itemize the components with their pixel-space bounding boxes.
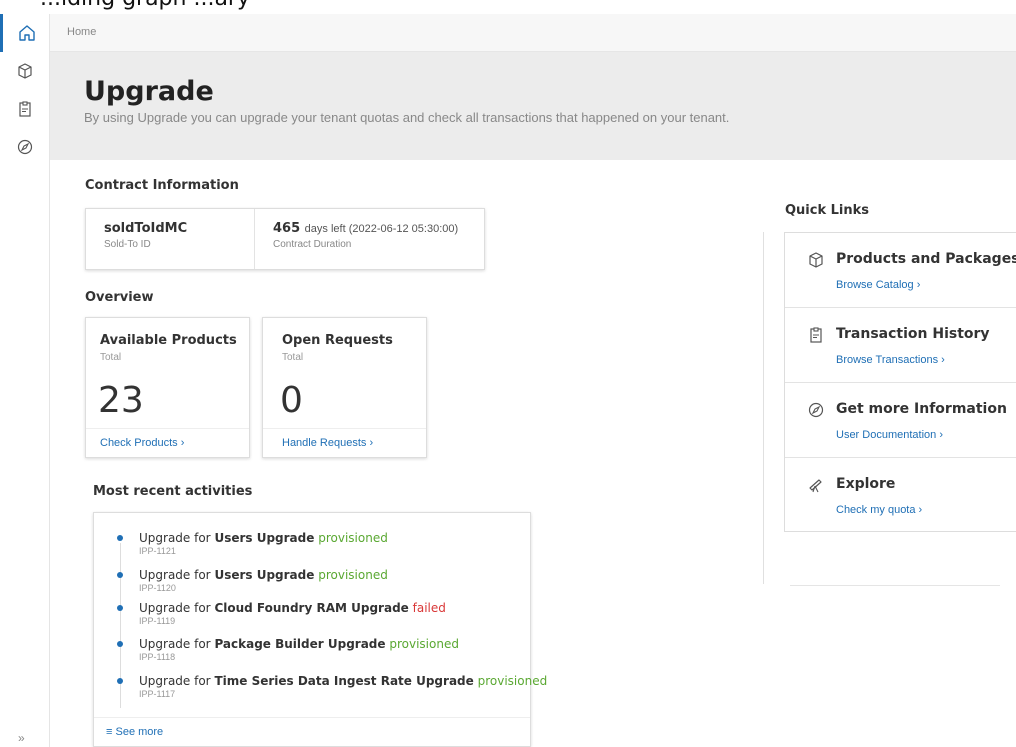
open-requests-card: Open Requests Total 0 Handle Requests › <box>262 317 427 458</box>
check-products-link[interactable]: Check Products › <box>86 428 249 457</box>
rail-docs[interactable] <box>0 128 50 166</box>
activity-text: Upgrade for Users Upgrade provisioned <box>139 531 388 545</box>
activity-prefix: Upgrade for <box>139 531 211 545</box>
page-title: Upgrade <box>84 76 214 107</box>
activity-prefix: Upgrade for <box>139 568 211 582</box>
activity-status: provisioned <box>389 637 459 651</box>
duration-cell: 465 days left (2022-06-12 05:30:00) Cont… <box>255 209 458 269</box>
clipboard-icon <box>19 101 31 117</box>
cube-icon <box>18 63 32 79</box>
top-cut-text: ...lding graph ...ary <box>40 0 250 11</box>
activity-status: provisioned <box>477 674 548 688</box>
top-cut-heading: ...lding graph ...ary <box>0 0 1016 14</box>
quick-link-transactions[interactable]: Transaction History Browse Transactions … <box>785 308 1016 383</box>
activity-status: provisioned <box>318 531 388 545</box>
activity-name: Cloud Foundry RAM Upgrade <box>214 601 409 615</box>
see-more-label: See more <box>115 726 164 738</box>
activity-text: Upgrade for Time Series Data Ingest Rate… <box>139 674 547 688</box>
activity-prefix: Upgrade for <box>139 637 211 651</box>
timeline-dot <box>117 535 123 541</box>
left-nav-rail: » <box>0 14 50 747</box>
page-header: Upgrade By using Upgrade you can upgrade… <box>50 52 1016 160</box>
collapse-icon[interactable]: » <box>18 731 25 745</box>
activity-prefix: Upgrade for <box>139 674 211 688</box>
available-products-card: Available Products Total 23 Check Produc… <box>85 317 250 458</box>
telescope-icon <box>809 479 822 493</box>
open-requests-sub: Total <box>282 352 304 363</box>
open-requests-count: 0 <box>280 380 303 421</box>
breadcrumb-home[interactable]: Home <box>67 26 96 38</box>
activity-id: IPP-1120 <box>139 583 176 593</box>
timeline-dot <box>117 641 123 647</box>
quick-links-divider <box>763 232 764 584</box>
activity-name: Users Upgrade <box>214 568 315 582</box>
quick-link-products[interactable]: Products and Packages Browse Catalog › <box>785 233 1016 308</box>
quick-link-title: Explore <box>836 476 896 492</box>
duration-label: Contract Duration <box>273 239 352 250</box>
page-subtitle: By using Upgrade you can upgrade your te… <box>84 110 730 125</box>
activities-card: Upgrade for Users Upgrade provisioned IP… <box>93 512 547 747</box>
browse-transactions-link[interactable]: Browse Transactions › <box>836 354 945 366</box>
sold-to-value: soldToIdMC <box>104 221 188 236</box>
timeline-dot <box>117 605 123 611</box>
rail-products[interactable] <box>0 52 50 90</box>
activity-text: Upgrade for Cloud Foundry RAM Upgrade fa… <box>139 601 446 615</box>
quick-links-title: Quick Links <box>785 203 870 218</box>
activity-status: failed <box>412 601 446 615</box>
compass-icon <box>808 402 824 418</box>
cube-icon <box>809 252 823 268</box>
clipboard-icon <box>810 327 822 343</box>
activity-id: IPP-1117 <box>139 689 176 699</box>
activity-name: Users Upgrade <box>214 531 315 545</box>
breadcrumb-bar: Home <box>50 14 1016 52</box>
sold-to-label: Sold-To ID <box>104 239 151 250</box>
contract-section-title: Contract Information <box>85 178 239 193</box>
activity-id: IPP-1121 <box>139 546 176 556</box>
user-documentation-link[interactable]: User Documentation › <box>836 429 943 441</box>
duration-value: 465 days left (2022-06-12 05:30:00) <box>273 221 458 236</box>
activity-status: provisioned <box>318 568 388 582</box>
activities-section-title: Most recent activities <box>93 484 253 499</box>
activity-prefix: Upgrade for <box>139 601 211 615</box>
quick-link-information[interactable]: Get more Information User Documentation … <box>785 383 1016 458</box>
quick-link-title: Transaction History <box>836 326 990 342</box>
handle-requests-link[interactable]: Handle Requests › <box>263 428 426 457</box>
open-requests-title: Open Requests <box>282 333 393 348</box>
timeline-dot <box>117 678 123 684</box>
timeline-dot <box>117 572 123 578</box>
overview-section-title: Overview <box>85 290 154 305</box>
quick-links-card: Products and Packages Browse Catalog › T… <box>784 232 1016 532</box>
days-left-text: days left (2022-06-12 05:30:00) <box>304 223 459 235</box>
activity-name: Package Builder Upgrade <box>214 637 386 651</box>
quick-link-explore[interactable]: Explore Check my quota › <box>785 458 1016 533</box>
available-products-count: 23 <box>98 380 144 421</box>
rail-transactions[interactable] <box>0 90 50 128</box>
sold-to-cell: soldToIdMC Sold-To ID <box>86 209 255 269</box>
see-more-link[interactable]: ≡ See more <box>94 717 530 746</box>
rail-home[interactable] <box>0 14 50 52</box>
compass-icon <box>17 139 33 155</box>
days-left-number: 465 <box>273 221 301 236</box>
activity-id: IPP-1119 <box>139 616 176 626</box>
quick-link-title: Get more Information <box>836 401 1007 417</box>
list-icon: ≡ <box>106 726 113 738</box>
activity-id: IPP-1118 <box>139 652 176 662</box>
quick-link-title: Products and Packages <box>836 251 1016 267</box>
browse-catalog-link[interactable]: Browse Catalog › <box>836 279 920 291</box>
available-products-sub: Total <box>100 352 122 363</box>
activity-text: Upgrade for Package Builder Upgrade prov… <box>139 637 459 651</box>
contract-card: soldToIdMC Sold-To ID 465 days left (202… <box>85 208 485 270</box>
activity-name: Time Series Data Ingest Rate Upgrade <box>214 674 474 688</box>
home-icon <box>18 25 35 41</box>
activity-text: Upgrade for Users Upgrade provisioned <box>139 568 388 582</box>
quick-links-bottom-divider <box>790 585 1000 586</box>
available-products-title: Available Products <box>100 333 237 348</box>
check-quota-link[interactable]: Check my quota › <box>836 504 922 516</box>
